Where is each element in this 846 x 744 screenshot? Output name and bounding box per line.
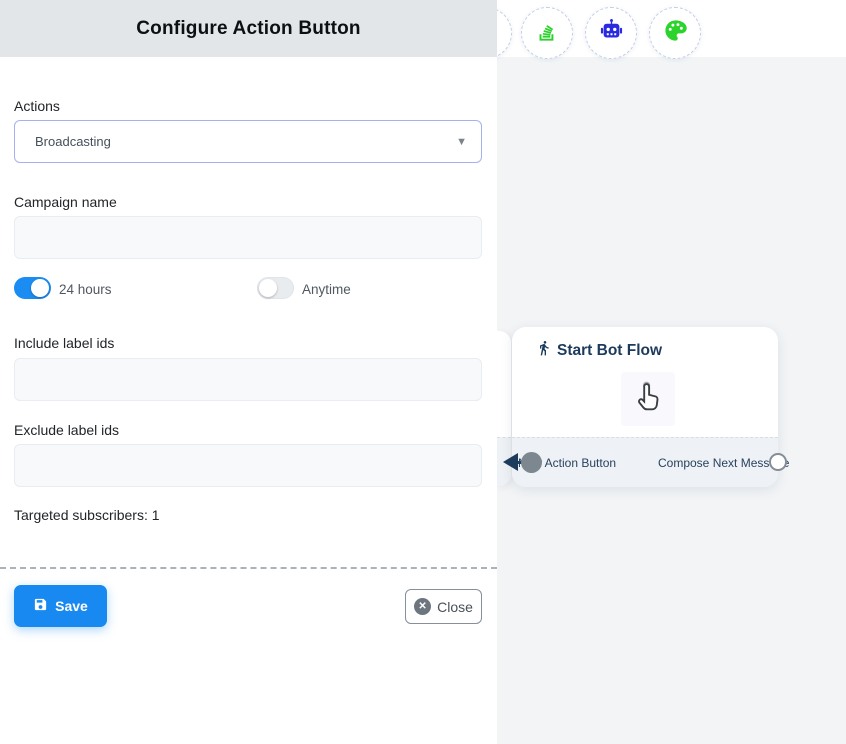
robot-icon (598, 17, 625, 49)
actions-selected-value: Broadcasting (35, 134, 456, 149)
node-drop-area[interactable] (621, 372, 675, 426)
dashed-divider (0, 567, 497, 569)
close-button[interactable]: ✕ Close (405, 589, 482, 624)
panel-header: Configure Action Button (0, 0, 497, 57)
palette-tool-button[interactable] (649, 7, 701, 59)
screen: Start Bot Flow New Action Button Compose… (0, 0, 846, 744)
chevron-down-icon: ▼ (456, 136, 467, 148)
exclude-label-ids-label: Exclude label ids (14, 422, 119, 438)
hand-pointer-icon (629, 378, 667, 421)
exclude-label-ids-input[interactable] (14, 444, 482, 487)
bot-tool-button[interactable] (585, 7, 637, 59)
close-circle-icon: ✕ (414, 598, 431, 615)
action-button-handle[interactable] (521, 452, 542, 473)
anytime-toggle[interactable] (257, 277, 294, 299)
toggle-knob (31, 279, 49, 297)
campaign-name-label: Campaign name (14, 194, 117, 210)
targeted-subscribers-text: Targeted subscribers: 1 (14, 507, 160, 523)
24-hours-label: 24 hours (59, 282, 112, 297)
palette-icon (662, 17, 689, 49)
save-button[interactable]: Save (14, 585, 107, 627)
close-button-label: Close (437, 599, 473, 615)
configure-action-panel: Configure Action Button Actions Broadcas… (0, 0, 497, 744)
include-label-ids-input[interactable] (14, 358, 482, 401)
anytime-label: Anytime (302, 282, 351, 297)
node-footer: New Action Button Compose Next Message (512, 437, 778, 487)
campaign-name-input[interactable] (14, 216, 482, 259)
node-title: Start Bot Flow (557, 342, 662, 360)
save-button-label: Save (55, 598, 88, 614)
include-label-ids-label: Include label ids (14, 335, 114, 351)
start-bot-flow-node[interactable]: Start Bot Flow New Action Button Compose… (512, 327, 778, 487)
compose-next-message-handle[interactable] (769, 453, 787, 471)
canvas-toolbar (497, 0, 846, 57)
actions-label: Actions (14, 98, 60, 114)
panel-title: Configure Action Button (136, 18, 360, 40)
node-header: Start Bot Flow (536, 340, 662, 361)
stack-tool-button[interactable] (521, 7, 573, 59)
toggle-knob (259, 279, 277, 297)
edge-arrowhead-icon (503, 453, 518, 471)
actions-select[interactable]: Broadcasting ▼ (14, 120, 482, 163)
flow-canvas[interactable]: Start Bot Flow New Action Button Compose… (497, 0, 846, 744)
24-hours-toggle[interactable] (14, 277, 51, 299)
save-disk-icon (33, 597, 48, 615)
stack-icon (534, 18, 560, 49)
walking-person-icon (536, 340, 552, 361)
